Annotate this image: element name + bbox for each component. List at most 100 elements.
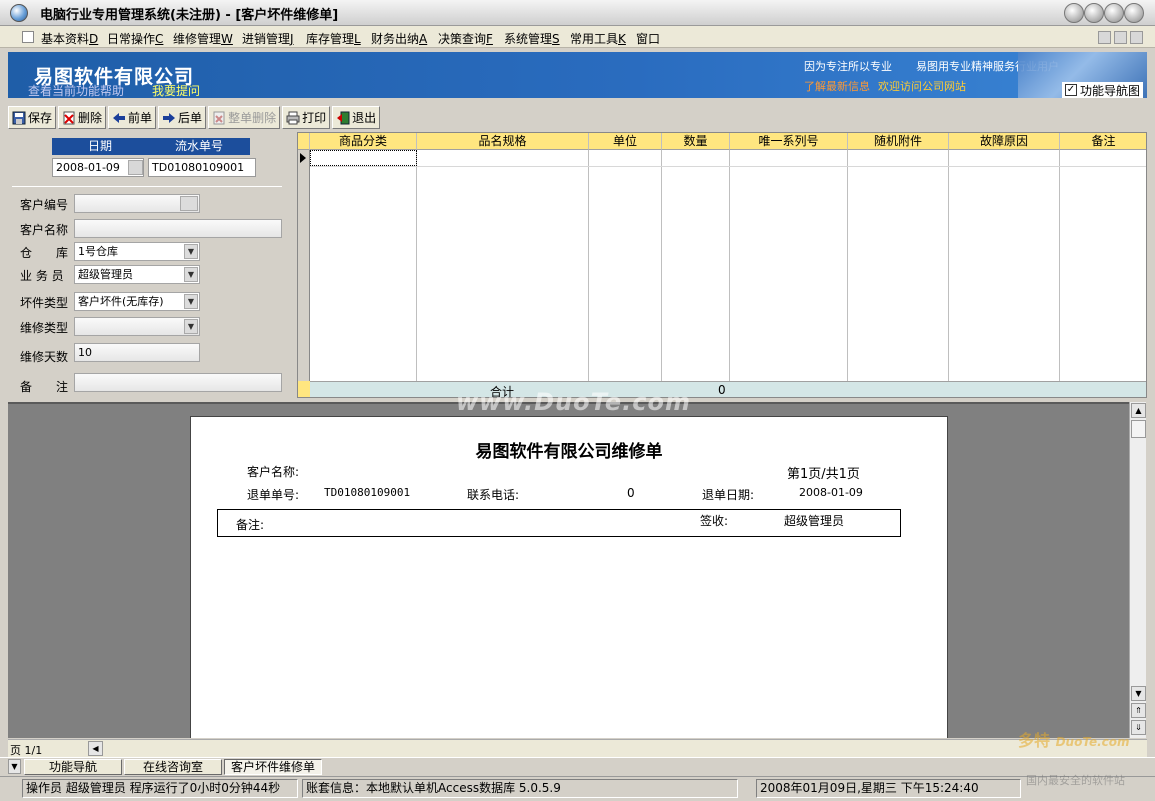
page-bar: 页 1/1 ◀ bbox=[8, 739, 1147, 757]
report-phone: 0 bbox=[627, 486, 635, 500]
maximize-window-button[interactable] bbox=[1104, 3, 1124, 23]
repair-type-label: 维修类型 bbox=[20, 321, 69, 335]
app-icon[interactable] bbox=[10, 4, 28, 22]
page-up-icon[interactable]: ⇑ bbox=[1131, 703, 1146, 718]
website-link[interactable]: 欢迎访问公司网站 bbox=[878, 78, 966, 94]
column-header-serial[interactable]: 唯一系列号 bbox=[730, 133, 848, 150]
column-header-fault[interactable]: 故障原因 bbox=[949, 133, 1060, 150]
checkbox-checked-icon[interactable]: ✓ bbox=[1065, 84, 1077, 96]
customer-name-field[interactable] bbox=[74, 219, 282, 238]
detail-grid[interactable]: 商品分类 品名规格 单位 数量 唯一系列号 随机附件 故障原因 备注 合计 0 bbox=[297, 132, 1147, 398]
tab-online-consult[interactable]: 在线咨询室 bbox=[124, 759, 222, 775]
site-watermark: www.DuoTe.com bbox=[456, 388, 691, 416]
menu-tools[interactable]: 常用工具K bbox=[570, 30, 626, 47]
status-operator: 操作员 超级管理员 程序运行了0小时0分钟44秒 bbox=[22, 779, 298, 798]
delete-x-icon bbox=[62, 111, 76, 125]
nav-map-label: 功能导航图 bbox=[1080, 83, 1141, 98]
help-link[interactable]: 查看当前功能帮助 bbox=[28, 82, 124, 98]
window-title: 电脑行业专用管理系统(未注册) - [客户坏件维修单] bbox=[40, 8, 339, 23]
menu-purchase-sales[interactable]: 进销管理J bbox=[242, 30, 294, 47]
report-remark-box: 备注: 签收: 超级管理员 bbox=[217, 509, 901, 537]
scroll-up-icon[interactable]: ▲ bbox=[1131, 403, 1146, 418]
mdi-minimize-button[interactable] bbox=[1098, 31, 1111, 44]
scroll-left-icon[interactable]: ◀ bbox=[88, 741, 103, 756]
report-page-info: 第1页/共1页 bbox=[787, 467, 860, 482]
tabs-menu-icon[interactable]: ▼ bbox=[8, 759, 21, 774]
menu-daily-ops[interactable]: 日常操作C bbox=[107, 30, 163, 47]
help-window-button[interactable] bbox=[1064, 3, 1084, 23]
company-banner: 易图软件有限公司 查看当前功能帮助 我要提问 因为专注所以专业 易图用专业精神服… bbox=[8, 52, 1147, 98]
current-row-arrow-icon bbox=[300, 153, 306, 163]
column-header-accessories[interactable]: 随机附件 bbox=[848, 133, 949, 150]
report-date: 2008-01-09 bbox=[799, 486, 863, 499]
document-icon[interactable] bbox=[22, 31, 34, 43]
mdi-close-button[interactable] bbox=[1130, 31, 1143, 44]
tab-function-nav[interactable]: 功能导航 bbox=[24, 759, 122, 775]
chevron-down-icon[interactable]: ▼ bbox=[184, 267, 198, 282]
page-down-icon[interactable]: ⇓ bbox=[1131, 720, 1146, 735]
window-tabs: ▼ 功能导航 在线咨询室 客户坏件维修单 bbox=[0, 757, 1155, 775]
menu-system[interactable]: 系统管理S bbox=[504, 30, 560, 47]
status-account: 账套信息：本地默认单机Access数据库 5.0.5.9 bbox=[302, 779, 738, 798]
print-button[interactable]: 打印 bbox=[282, 106, 331, 129]
ask-link[interactable]: 我要提问 bbox=[152, 82, 200, 98]
column-header-remark[interactable]: 备注 bbox=[1060, 133, 1146, 150]
part-type-select[interactable]: 客户坏件(无库存) ▼ bbox=[74, 292, 200, 311]
menu-repair-mgmt[interactable]: 维修管理W bbox=[173, 30, 233, 47]
next-record-button[interactable]: 后单 bbox=[158, 106, 207, 129]
scroll-down-icon[interactable]: ▼ bbox=[1131, 686, 1146, 701]
table-row[interactable] bbox=[310, 150, 417, 166]
salesperson-select[interactable]: 超级管理员 ▼ bbox=[74, 265, 200, 284]
repair-days-field[interactable]: 10 bbox=[74, 343, 200, 362]
menu-decision-query[interactable]: 决策查询F bbox=[438, 30, 493, 47]
minimize-window-button[interactable] bbox=[1084, 3, 1104, 23]
column-header-spec[interactable]: 品名规格 bbox=[417, 133, 589, 150]
lookup-button[interactable] bbox=[180, 196, 198, 211]
repair-type-select[interactable]: ▼ bbox=[74, 317, 200, 336]
repair-days-label: 维修天数 bbox=[20, 350, 69, 364]
report-title: 易图软件有限公司维修单 bbox=[475, 442, 663, 462]
page-indicator: 页 1/1 bbox=[10, 744, 43, 757]
save-button[interactable]: 保存 bbox=[8, 106, 57, 129]
report-remark-label: 备注: bbox=[236, 518, 265, 532]
divider bbox=[12, 186, 282, 187]
close-window-button[interactable] bbox=[1124, 3, 1144, 23]
serial-number-field[interactable]: TD01080109001 bbox=[148, 158, 256, 177]
scroll-thumb[interactable] bbox=[1131, 420, 1146, 438]
part-type-label: 坏件类型 bbox=[20, 296, 69, 310]
menu-finance[interactable]: 财务出纳A bbox=[371, 30, 427, 47]
previous-record-button[interactable]: 前单 bbox=[108, 106, 157, 129]
menu-basic-data[interactable]: 基本资料D bbox=[41, 30, 98, 47]
news-link[interactable]: 了解最新信息 bbox=[804, 78, 870, 94]
tab-repair-order[interactable]: 客户坏件维修单 bbox=[224, 759, 322, 775]
salesperson-label: 业 务 员 bbox=[20, 269, 64, 283]
customer-code-field[interactable] bbox=[74, 194, 200, 213]
delete-all-button[interactable]: 整单删除 bbox=[208, 106, 281, 129]
report-page: 易图软件有限公司维修单 客户名称: 第1页/共1页 退单单号: TD010801… bbox=[190, 416, 948, 738]
chevron-down-icon[interactable]: ▼ bbox=[184, 244, 198, 259]
column-header-unit[interactable]: 单位 bbox=[589, 133, 662, 150]
date-dropdown-button[interactable] bbox=[128, 160, 143, 175]
arrow-left-icon bbox=[112, 111, 126, 125]
column-header-category[interactable]: 商品分类 bbox=[310, 133, 417, 150]
menu-window[interactable]: 窗口 bbox=[636, 30, 660, 47]
remark-field[interactable] bbox=[74, 373, 282, 392]
grid-corner bbox=[298, 133, 310, 150]
toolbar: 保存 删除 前单 后单 整单删除 打印 退出 bbox=[8, 106, 381, 130]
arrow-right-icon bbox=[162, 111, 176, 125]
nav-map-toggle[interactable]: ✓ 功能导航图 bbox=[1062, 82, 1144, 98]
chevron-down-icon[interactable]: ▼ bbox=[184, 319, 198, 334]
vertical-scrollbar[interactable]: ▲ ▼ ⇑ ⇓ bbox=[1129, 402, 1146, 738]
exit-button[interactable]: 退出 bbox=[332, 106, 381, 129]
report-date-label: 退单日期: bbox=[702, 488, 755, 502]
delete-button[interactable]: 删除 bbox=[58, 106, 107, 129]
mdi-restore-button[interactable] bbox=[1114, 31, 1127, 44]
report-customer-label: 客户名称: bbox=[247, 465, 300, 479]
menu-inventory[interactable]: 库存管理L bbox=[306, 30, 361, 47]
warehouse-select[interactable]: 1号仓库 ▼ bbox=[74, 242, 200, 261]
total-quantity: 0 bbox=[718, 383, 726, 397]
chevron-down-icon[interactable]: ▼ bbox=[184, 294, 198, 309]
report-preview: 易图软件有限公司维修单 客户名称: 第1页/共1页 退单单号: TD010801… bbox=[8, 402, 1129, 738]
menu-bar: 基本资料D 日常操作C 维修管理W 进销管理J 库存管理L 财务出纳A 决策查询… bbox=[0, 26, 1155, 48]
column-header-quantity[interactable]: 数量 bbox=[662, 133, 730, 150]
